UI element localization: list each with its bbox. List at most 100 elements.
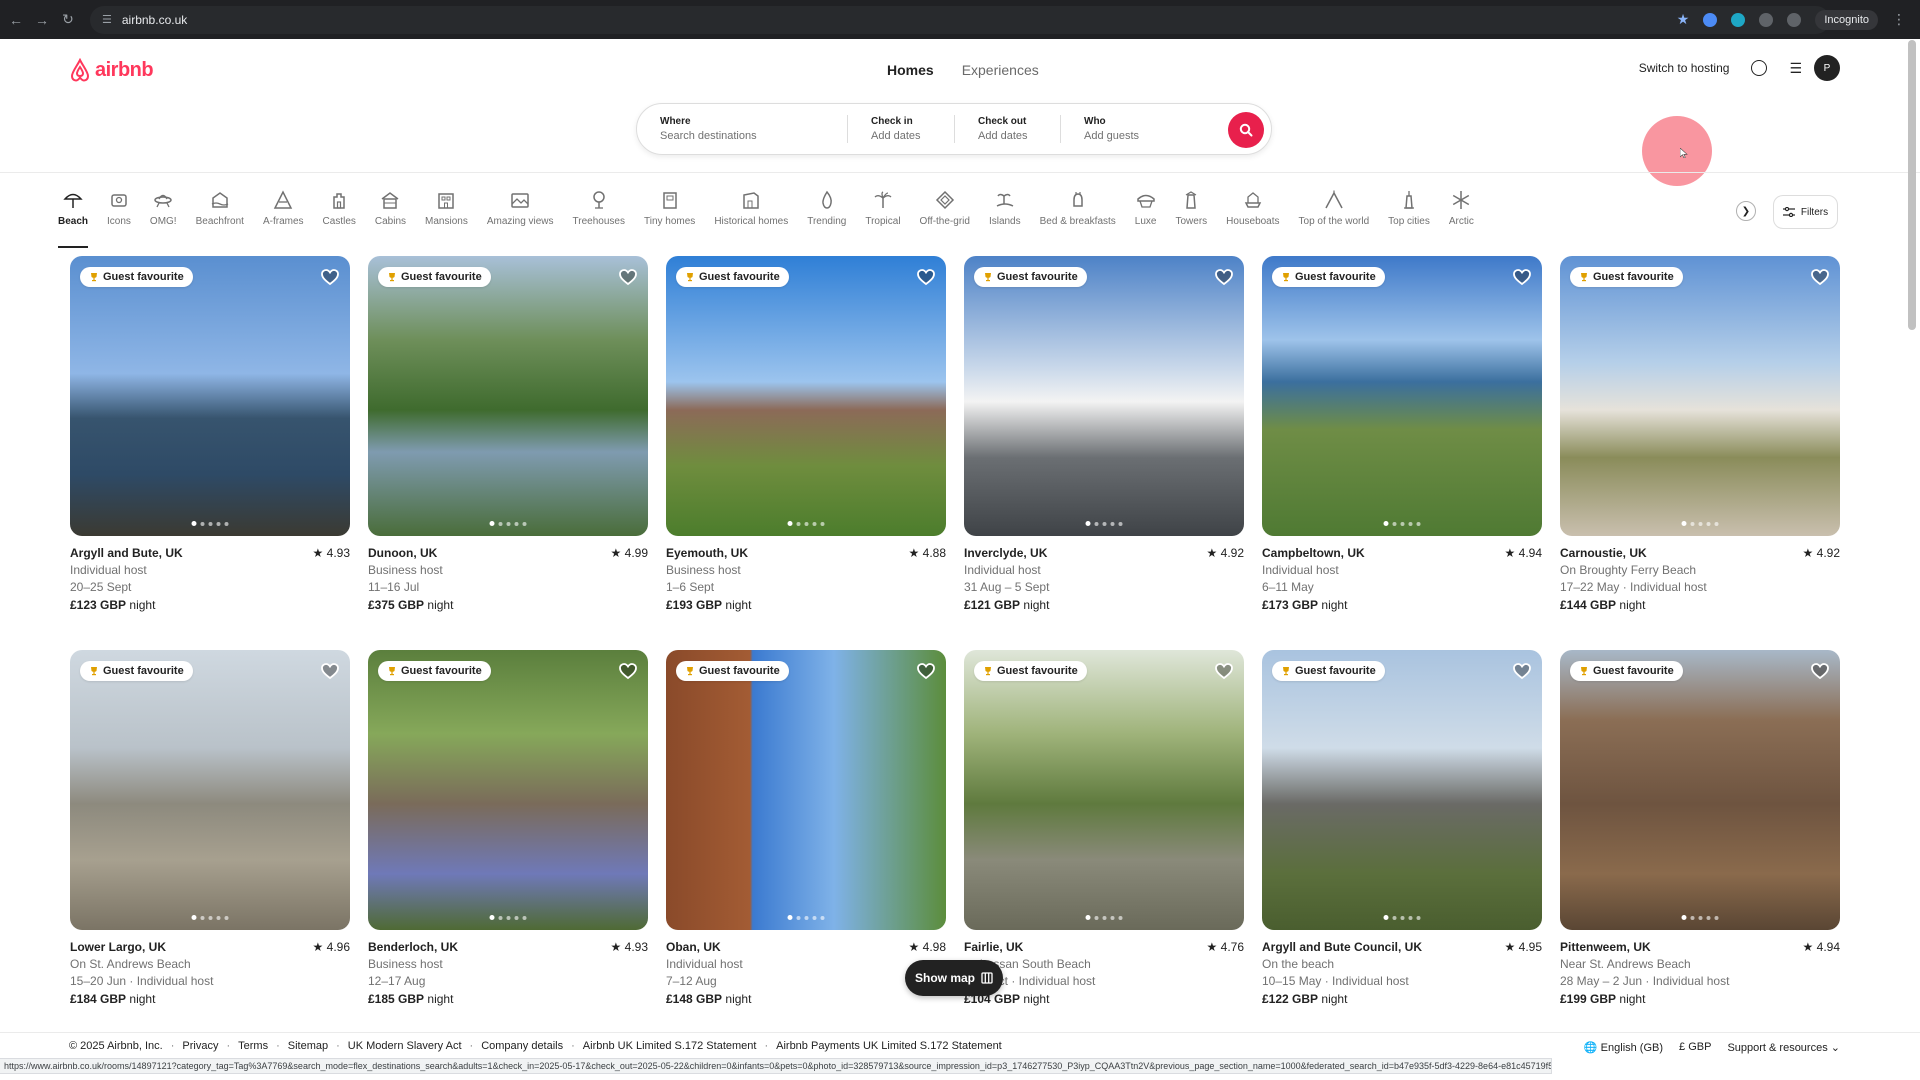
footer-link-company-details[interactable]: Company details bbox=[481, 1040, 563, 1052]
listing-card[interactable]: Guest favourite Lower Largo, UK ★ 4.96 On S… bbox=[70, 650, 350, 1006]
back-icon[interactable]: ← bbox=[6, 10, 26, 30]
check-out-label: Check out bbox=[978, 116, 1027, 127]
category-label: Luxe bbox=[1134, 216, 1157, 227]
listing-card[interactable]: Guest favourite Argyll and Bute Council, … bbox=[1262, 650, 1542, 1006]
currency-button[interactable]: £ GBP bbox=[1679, 1041, 1711, 1054]
tab-homes[interactable]: Homes bbox=[887, 62, 934, 78]
category-towers[interactable]: Towers bbox=[1175, 190, 1207, 240]
user-menu-button[interactable]: ☰ P bbox=[1789, 55, 1840, 81]
listing-card[interactable]: Guest favourite Eyemouth, UK ★ 4.88 Busines… bbox=[666, 256, 946, 612]
heart-icon[interactable] bbox=[320, 661, 340, 681]
heart-icon[interactable] bbox=[1810, 267, 1830, 287]
where-field[interactable]: Where Search destinations bbox=[637, 104, 847, 154]
category-beachfront[interactable]: Beachfront bbox=[196, 190, 244, 240]
airbnb-logo[interactable]: airbnb bbox=[69, 58, 154, 82]
category-amazing-views[interactable]: Amazing views bbox=[487, 190, 554, 240]
heart-icon[interactable] bbox=[916, 267, 936, 287]
off-grid-icon bbox=[935, 190, 955, 210]
heart-icon[interactable] bbox=[1214, 267, 1234, 287]
footer-link-payments-s172[interactable]: Airbnb Payments UK Limited S.172 Stateme… bbox=[776, 1040, 1002, 1052]
switch-to-hosting-link[interactable]: Switch to hosting bbox=[1639, 61, 1730, 75]
category-arctic[interactable]: Arctic bbox=[1449, 190, 1474, 240]
check-in-field[interactable]: Check in Add dates bbox=[847, 115, 954, 143]
category-tiny-homes[interactable]: Tiny homes bbox=[644, 190, 695, 240]
heart-icon[interactable] bbox=[618, 267, 638, 287]
tab-experiences[interactable]: Experiences bbox=[962, 62, 1039, 78]
incognito-badge[interactable]: Incognito bbox=[1815, 9, 1878, 30]
category-cabins[interactable]: Cabins bbox=[375, 190, 406, 240]
heart-icon[interactable] bbox=[1512, 267, 1532, 287]
footer-link-privacy[interactable]: Privacy bbox=[182, 1040, 218, 1052]
search-button[interactable] bbox=[1228, 112, 1264, 148]
listing-card[interactable]: Guest favourite Dunoon, UK ★ 4.99 Business … bbox=[368, 256, 648, 612]
footer-link-uk-s172[interactable]: Airbnb UK Limited S.172 Statement bbox=[583, 1040, 757, 1052]
category-mansions[interactable]: Mansions bbox=[425, 190, 468, 240]
listing-card[interactable]: Guest favourite Fairlie, UK ★ 4.76 …drossan… bbox=[964, 650, 1244, 1006]
listing-photo[interactable]: Guest favourite bbox=[368, 650, 648, 930]
listing-photo[interactable]: Guest favourite bbox=[1262, 256, 1542, 536]
category-bed-and-breakfasts[interactable]: Bed & breakfasts bbox=[1040, 190, 1116, 240]
category-off-the-grid[interactable]: Off-the-grid bbox=[920, 190, 970, 240]
category-a-frames[interactable]: A-frames bbox=[263, 190, 304, 240]
extension-shield-icon[interactable] bbox=[1703, 12, 1718, 27]
listing-card[interactable]: Guest favourite Campbeltown, UK ★ 4.94 Indi… bbox=[1262, 256, 1542, 612]
listing-photo[interactable]: Guest favourite bbox=[1262, 650, 1542, 930]
show-map-button[interactable]: Show map bbox=[905, 960, 1003, 996]
category-houseboats[interactable]: Houseboats bbox=[1226, 190, 1280, 240]
heart-icon[interactable] bbox=[320, 267, 340, 287]
footer-link-sitemap[interactable]: Sitemap bbox=[288, 1040, 328, 1052]
footer-link-modern-slavery[interactable]: UK Modern Slavery Act bbox=[348, 1040, 462, 1052]
reload-icon[interactable]: ↻ bbox=[58, 10, 78, 30]
category-top-of-the-world[interactable]: Top of the world bbox=[1299, 190, 1369, 240]
category-icons[interactable]: Icons bbox=[107, 190, 131, 240]
listing-photo[interactable]: Guest favourite bbox=[70, 256, 350, 536]
listing-photo[interactable]: Guest favourite bbox=[70, 650, 350, 930]
category-next-button[interactable]: ❯ bbox=[1736, 201, 1756, 221]
page-scrollbar[interactable] bbox=[1908, 40, 1916, 330]
category-luxe[interactable]: Luxe bbox=[1134, 190, 1157, 240]
category-islands[interactable]: Islands bbox=[989, 190, 1021, 240]
language-button[interactable]: 🌐 English (GB) bbox=[1584, 1041, 1663, 1054]
category-castles[interactable]: Castles bbox=[323, 190, 356, 240]
globe-icon[interactable] bbox=[1751, 60, 1768, 76]
listing-photo[interactable]: Guest favourite bbox=[666, 256, 946, 536]
category-treehouses[interactable]: Treehouses bbox=[573, 190, 625, 240]
bookmark-star-icon[interactable]: ★ bbox=[1677, 11, 1690, 28]
heart-icon[interactable] bbox=[916, 661, 936, 681]
category-beach[interactable]: Beach bbox=[58, 190, 89, 248]
heart-icon[interactable] bbox=[1512, 661, 1532, 681]
listing-dates: 7–12 Aug bbox=[666, 974, 717, 988]
footer-link-terms[interactable]: Terms bbox=[238, 1040, 268, 1052]
category-tropical[interactable]: Tropical bbox=[865, 190, 901, 240]
listing-photo[interactable]: Guest favourite bbox=[368, 256, 648, 536]
category-omg[interactable]: OMG! bbox=[150, 190, 177, 240]
listing-photo[interactable]: Guest favourite bbox=[964, 650, 1244, 930]
listing-card[interactable]: Guest favourite Inverclyde, UK ★ 4.92 Indiv… bbox=[964, 256, 1244, 612]
extensions-puzzle-icon[interactable] bbox=[1787, 12, 1802, 27]
listing-photo[interactable]: Guest favourite bbox=[1560, 256, 1840, 536]
filters-button[interactable]: Filters bbox=[1773, 195, 1838, 229]
listing-photo[interactable]: Guest favourite bbox=[1560, 650, 1840, 930]
listing-photo[interactable]: Guest favourite bbox=[964, 256, 1244, 536]
site-info-icon[interactable]: ☰ bbox=[102, 13, 112, 26]
listing-card[interactable]: Guest favourite Benderloch, UK ★ 4.93 Busin… bbox=[368, 650, 648, 1006]
category-top-cities[interactable]: Top cities bbox=[1388, 190, 1430, 240]
browser-menu-icon[interactable]: ⋮ bbox=[1892, 11, 1906, 28]
who-field[interactable]: Who Add guests bbox=[1060, 115, 1230, 143]
category-historical-homes[interactable]: Historical homes bbox=[714, 190, 788, 240]
forward-icon[interactable]: → bbox=[32, 10, 52, 30]
heart-icon[interactable] bbox=[1214, 661, 1234, 681]
address-bar[interactable]: ☰ airbnb.co.uk bbox=[90, 5, 1830, 34]
listing-photo[interactable]: Guest favourite bbox=[666, 650, 946, 930]
listing-card[interactable]: Guest favourite Oban, UK ★ 4.98 Individual … bbox=[666, 650, 946, 1006]
heart-icon[interactable] bbox=[1810, 661, 1830, 681]
support-resources-button[interactable]: Support & resources ⌄ bbox=[1727, 1041, 1840, 1054]
listing-card[interactable]: Guest favourite Pittenweem, UK ★ 4.94 Near … bbox=[1560, 650, 1840, 1006]
extension-gray-icon[interactable] bbox=[1759, 12, 1774, 27]
listing-card[interactable]: Guest favourite Argyll and Bute, UK ★ 4.93… bbox=[70, 256, 350, 612]
category-trending[interactable]: Trending bbox=[807, 190, 846, 240]
check-out-field[interactable]: Check out Add dates bbox=[954, 115, 1060, 143]
heart-icon[interactable] bbox=[618, 661, 638, 681]
listing-card[interactable]: Guest favourite Carnoustie, UK ★ 4.92 On Br… bbox=[1560, 256, 1840, 612]
extension-circle-icon[interactable] bbox=[1731, 12, 1746, 27]
